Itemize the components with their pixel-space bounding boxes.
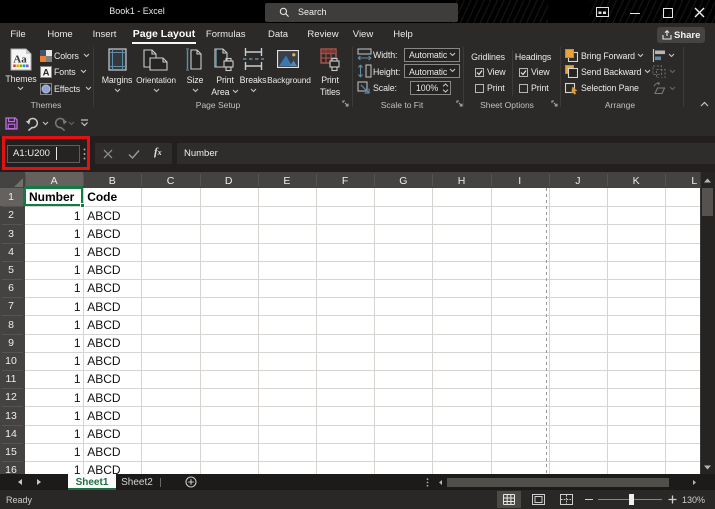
svg-text:Aa: Aa — [13, 54, 27, 66]
svg-text:A: A — [43, 68, 50, 79]
